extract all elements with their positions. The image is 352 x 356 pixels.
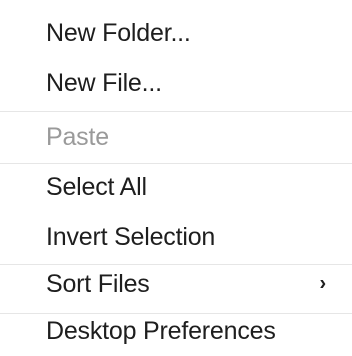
menu-item-desktop-preferences[interactable]: Desktop Preferences: [0, 306, 352, 356]
menu-item-label: Paste: [46, 122, 109, 151]
menu-item-label: Select All: [46, 172, 147, 201]
menu-item-new-file[interactable]: New File...: [0, 58, 352, 108]
menu-item-label: Sort Files: [46, 269, 150, 298]
menu-item-label: New Folder...: [46, 18, 191, 47]
menu-item-invert-selection[interactable]: Invert Selection: [0, 212, 352, 262]
desktop-context-menu: New Folder... New File... Paste Select A…: [0, 0, 352, 356]
chevron-right-icon: ›: [319, 272, 327, 295]
menu-item-label: Invert Selection: [46, 222, 216, 251]
menu-item-sort-files[interactable]: Sort Files ›: [0, 259, 352, 309]
menu-item-label: New File...: [46, 68, 162, 97]
menu-item-paste: Paste: [0, 112, 352, 162]
menu-item-label: Desktop Preferences: [46, 316, 276, 345]
menu-item-new-folder[interactable]: New Folder...: [0, 8, 352, 58]
menu-item-select-all[interactable]: Select All: [0, 162, 352, 212]
